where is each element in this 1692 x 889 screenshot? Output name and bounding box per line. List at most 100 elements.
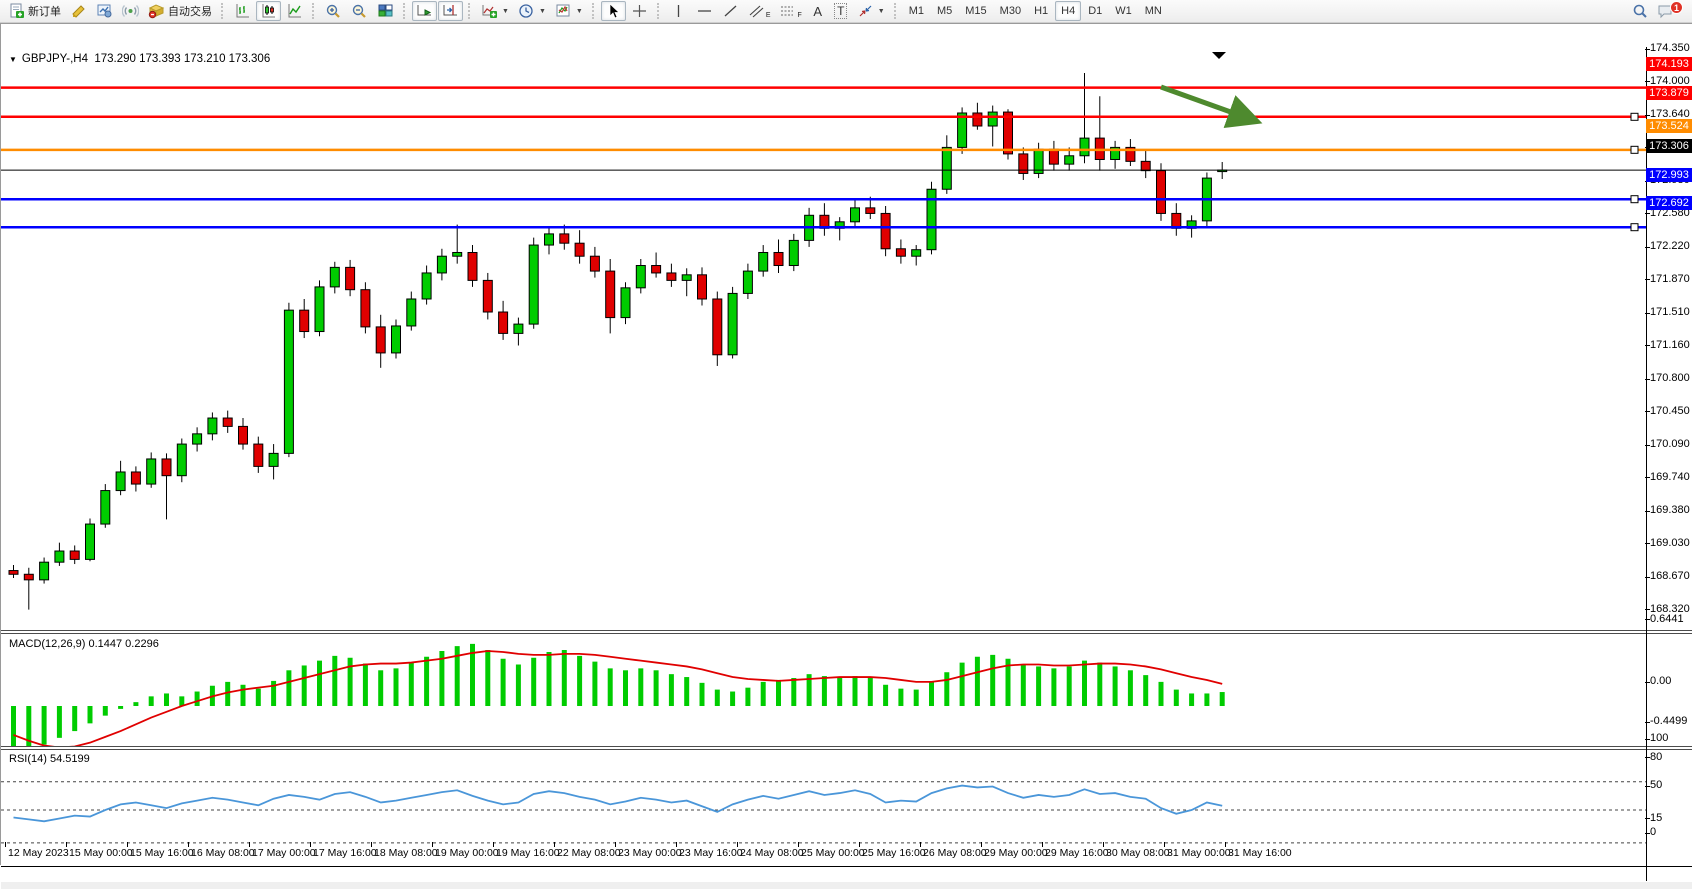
line-drag-handle[interactable] (1631, 224, 1638, 231)
timeframe-m15[interactable]: M15 (959, 1, 992, 21)
timeframe-h4[interactable]: H4 (1055, 1, 1081, 21)
price-tick-label: 169.030 (1650, 537, 1690, 549)
current-price-label[interactable]: 173.306 (1646, 139, 1692, 153)
channel-letter: E (766, 12, 771, 19)
line-chart-button[interactable] (282, 1, 307, 21)
candlestick-chart-icon (260, 3, 277, 19)
trendline-icon (722, 3, 739, 19)
text-label-button[interactable]: T (830, 1, 852, 21)
macd-axis-label: -0.4499 (1650, 715, 1687, 727)
profiles-button[interactable] (66, 1, 91, 21)
chart-shift-marker[interactable] (1212, 52, 1226, 59)
date-tick (249, 842, 250, 847)
search-button[interactable] (1628, 1, 1653, 21)
bar-chart-button[interactable] (230, 1, 255, 21)
timeframe-m30[interactable]: M30 (994, 1, 1027, 21)
candle (24, 568, 33, 610)
date-label: 31 May 00:00 (1167, 847, 1231, 859)
timeframe-m5[interactable]: M5 (931, 1, 958, 21)
tile-windows-icon (377, 3, 394, 19)
date-tick (1042, 842, 1043, 847)
new-order-button[interactable]: 新订单 (4, 1, 65, 21)
zoom-out-button[interactable] (347, 1, 372, 21)
autotrading-button[interactable]: 自动交易 (144, 1, 216, 21)
line-drag-handle[interactable] (1631, 196, 1638, 203)
timeframe-mn[interactable]: MN (1139, 1, 1168, 21)
line-drag-handle[interactable] (1631, 146, 1638, 153)
signals-button[interactable] (118, 1, 143, 21)
timeframe-h1[interactable]: H1 (1028, 1, 1054, 21)
toolbar-separator (468, 3, 472, 19)
line-drag-handle[interactable] (1631, 113, 1638, 120)
price-line-label[interactable]: 173.879 (1646, 86, 1692, 100)
autotrading-icon (148, 3, 165, 19)
candle (958, 107, 967, 154)
date-label: 18 May 08:00 (374, 847, 438, 859)
horizontal-line-button[interactable] (692, 1, 717, 21)
date-label: 26 May 08:00 (923, 847, 987, 859)
candle (606, 259, 615, 333)
panel-splitter[interactable] (1, 746, 1692, 750)
chart-dropdown-icon[interactable]: ▼ (9, 55, 17, 64)
candle (743, 264, 752, 299)
candle (789, 234, 798, 271)
timeframe-d1[interactable]: D1 (1082, 1, 1108, 21)
price-line-label[interactable]: 172.993 (1646, 168, 1692, 182)
vertical-line-button[interactable] (666, 1, 691, 21)
price-tick-label: 168.670 (1650, 570, 1690, 582)
date-label: 22 May 08:00 (557, 847, 621, 859)
timeframe-m1[interactable]: M1 (903, 1, 930, 21)
date-label: 15 May 16:00 (130, 847, 194, 859)
candle (407, 292, 416, 331)
toolbar-separator (657, 3, 661, 19)
templates-button[interactable]: ▼ (551, 1, 587, 21)
rsi-line (14, 786, 1223, 822)
main-chart-canvas[interactable] (1, 47, 1646, 634)
fibonacci-button[interactable]: F (775, 1, 805, 21)
time-axis-line (1, 866, 1692, 867)
candle (361, 282, 370, 333)
date-label: 12 May 2023 (8, 847, 69, 859)
cursor-button[interactable] (601, 1, 626, 21)
text-button[interactable]: A (807, 1, 829, 21)
candlestick-chart-button[interactable] (256, 1, 281, 21)
arrow-annotation[interactable] (1161, 87, 1253, 120)
price-tick-label: 174.000 (1650, 75, 1690, 87)
time-axis[interactable] (1, 867, 1646, 882)
candle (1095, 96, 1104, 170)
market-watch-button[interactable] (92, 1, 117, 21)
auto-scroll-button[interactable] (412, 1, 437, 21)
chart-shift-button[interactable] (438, 1, 463, 21)
panel-splitter[interactable] (1, 630, 1692, 634)
notification-badge: 1 (1670, 1, 1683, 14)
market-watch-icon (96, 3, 113, 19)
equidistant-channel-button[interactable]: E (744, 1, 775, 21)
macd-axis-label: 0.6441 (1650, 613, 1684, 625)
candle (392, 319, 401, 358)
tile-windows-button[interactable] (373, 1, 398, 21)
candle (330, 262, 339, 294)
candle (284, 303, 293, 457)
new-order-label: 新订单 (28, 3, 61, 19)
date-label: 16 May 08:00 (191, 847, 255, 859)
timeframe-w1[interactable]: W1 (1109, 1, 1138, 21)
arrows-button[interactable]: ▼ (853, 1, 889, 21)
trendline-button[interactable] (718, 1, 743, 21)
periods-button[interactable]: ▼ (514, 1, 550, 21)
price-line-label[interactable]: 172.692 (1646, 196, 1692, 210)
zoom-in-button[interactable] (321, 1, 346, 21)
notifications-button[interactable]: 1 (1653, 1, 1678, 21)
date-tick (981, 842, 982, 847)
candle (86, 518, 95, 561)
price-line-label[interactable]: 174.193 (1646, 57, 1692, 71)
indicators-button[interactable]: ▼ (477, 1, 513, 21)
toolbar-right-group: 1 (1628, 1, 1688, 21)
price-line-label[interactable]: 173.524 (1646, 119, 1692, 133)
candle (927, 182, 936, 255)
candle (116, 461, 125, 495)
candle (177, 438, 186, 482)
toolbar-separator (592, 3, 596, 19)
crosshair-button[interactable] (627, 1, 652, 21)
cursor-icon (605, 3, 622, 19)
macd-panel-canvas[interactable] (1, 635, 1646, 749)
